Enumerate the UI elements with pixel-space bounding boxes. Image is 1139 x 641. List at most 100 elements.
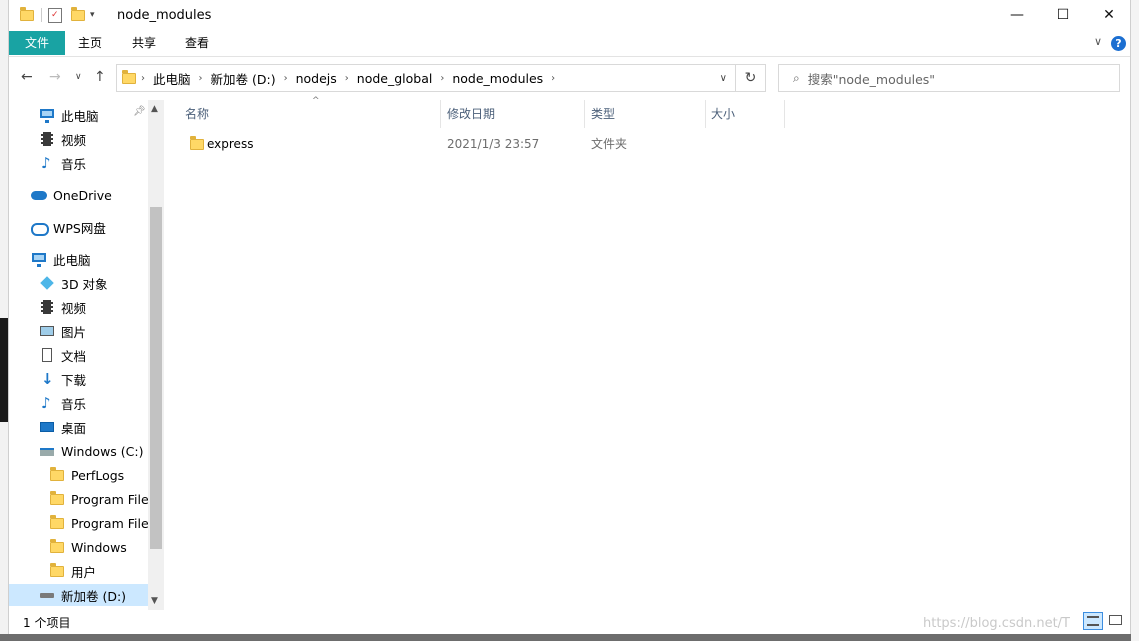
- sidebar-item[interactable]: Windows (C:): [9, 440, 148, 462]
- sidebar-item[interactable]: ♪ 音乐: [9, 152, 148, 174]
- column-divider[interactable]: [784, 100, 785, 128]
- sidebar-item[interactable]: OneDrive: [9, 184, 148, 206]
- column-header-size[interactable]: 大小: [711, 100, 781, 128]
- breadcrumb-this-pc[interactable]: 此电脑: [153, 69, 191, 88]
- column-header-modified[interactable]: 修改日期: [447, 100, 585, 128]
- scroll-down-icon[interactable]: ▼: [151, 596, 158, 606]
- explorer-window: ✓ ▾ node_modules — ☐ ✕ 文件 主页 共享 查看 ∨ ? ←…: [8, 0, 1131, 634]
- video-icon: [39, 299, 55, 315]
- address-bar[interactable]: › 此电脑 › 新加卷 (D:) › nodejs › node_global …: [116, 64, 736, 92]
- onedrive-icon: [31, 187, 47, 203]
- drive-icon: [39, 587, 55, 603]
- search-box[interactable]: ⌕ 搜索"node_modules": [778, 64, 1120, 92]
- column-header-type[interactable]: 类型: [591, 100, 703, 128]
- breadcrumb-separator-icon[interactable]: ›: [284, 73, 288, 84]
- breadcrumb-drive-d[interactable]: 新加卷 (D:): [211, 69, 276, 88]
- column-divider[interactable]: [584, 100, 585, 128]
- refresh-button[interactable]: ↻: [736, 64, 766, 92]
- customize-toolbar-icon[interactable]: ▾: [90, 10, 95, 20]
- column-divider[interactable]: [705, 100, 706, 128]
- sidebar-item-label: 此电脑: [53, 252, 91, 268]
- sidebar-item[interactable]: 此电脑: [9, 104, 148, 126]
- breadcrumb-node-global[interactable]: node_global: [357, 71, 433, 86]
- breadcrumb-separator-icon[interactable]: ›: [345, 73, 349, 84]
- folder-icon: [49, 467, 65, 483]
- sidebar-item[interactable]: 此电脑: [9, 248, 148, 270]
- scroll-up-icon[interactable]: ▲: [151, 104, 158, 114]
- tab-file[interactable]: 文件: [9, 31, 65, 55]
- tab-view[interactable]: 查看: [178, 31, 216, 55]
- refresh-icon: ↻: [744, 70, 757, 86]
- properties-icon[interactable]: ✓: [48, 7, 62, 23]
- pc-icon: [39, 107, 55, 123]
- sidebar-item-label: 音乐: [61, 396, 87, 412]
- sidebar-item-label: 3D 对象: [61, 276, 108, 292]
- breadcrumb-nodejs[interactable]: nodejs: [296, 71, 337, 86]
- large-icons-view-icon: [1109, 615, 1122, 625]
- folder-icon: [49, 539, 65, 555]
- forward-arrow-icon[interactable]: →: [49, 69, 61, 85]
- breadcrumb-node-modules[interactable]: node_modules: [452, 71, 543, 86]
- table-row[interactable]: express 2021/1/3 23:57 文件夹: [187, 132, 787, 156]
- watermark: https://blog.csdn.net/T: [923, 616, 1070, 631]
- file-name[interactable]: express: [207, 132, 253, 156]
- recent-locations-chevron-icon[interactable]: ∨: [75, 72, 82, 82]
- sidebar-item[interactable]: 视频: [9, 296, 148, 318]
- sidebar-item[interactable]: 桌面: [9, 416, 148, 438]
- sidebar-item-label: Program Files: [71, 491, 156, 507]
- wps-cloud-icon: [31, 219, 49, 236]
- new-folder-icon[interactable]: [70, 7, 86, 23]
- sidebar-item[interactable]: 3D 对象: [9, 272, 148, 294]
- address-history-chevron-icon[interactable]: ∨: [720, 73, 727, 84]
- sidebar-item-label: Windows (C:): [61, 443, 144, 459]
- pictures-icon: [39, 323, 55, 339]
- sidebar-item[interactable]: WPS网盘: [9, 216, 148, 238]
- quick-access-toolbar: ✓ ▾: [19, 7, 95, 23]
- 3d-objects-icon: [39, 275, 55, 291]
- sidebar-item-label: 视频: [61, 300, 87, 316]
- breadcrumb-separator-icon[interactable]: ›: [199, 73, 203, 84]
- expand-ribbon-chevron-icon[interactable]: ∨: [1094, 35, 1102, 48]
- sidebar-item[interactable]: 图片: [9, 320, 148, 342]
- file-type: 文件夹: [591, 137, 628, 151]
- details-view-icon: [1087, 616, 1099, 626]
- minimize-button[interactable]: —: [994, 0, 1040, 30]
- sidebar-item[interactable]: Program Files: [9, 512, 155, 534]
- close-button[interactable]: ✕: [1086, 0, 1132, 30]
- sidebar-item[interactable]: 新加卷 (D:): [9, 584, 148, 606]
- back-arrow-icon[interactable]: ←: [21, 69, 33, 85]
- help-icon[interactable]: ?: [1111, 36, 1126, 51]
- documents-icon: [39, 347, 55, 363]
- sidebar-item[interactable]: Windows: [9, 536, 148, 558]
- pin-icon[interactable]: 📌︎: [133, 106, 146, 117]
- sidebar-item-label: 视频: [61, 132, 87, 148]
- sidebar-item-label: 文档: [61, 348, 87, 364]
- column-header-name[interactable]: 名称: [185, 100, 440, 128]
- breadcrumb-separator-icon[interactable]: ›: [440, 73, 444, 84]
- sidebar-item[interactable]: ♪ 音乐: [9, 392, 148, 414]
- scrollbar-thumb[interactable]: [150, 207, 162, 549]
- sidebar-item-label: 图片: [61, 324, 87, 340]
- breadcrumb-separator-icon[interactable]: ›: [551, 73, 555, 84]
- search-input[interactable]: 搜索"node_modules": [808, 69, 935, 88]
- sidebar-item[interactable]: 视频: [9, 128, 148, 150]
- sidebar-item[interactable]: 用户: [9, 560, 148, 582]
- large-icons-view-button[interactable]: [1106, 612, 1126, 630]
- breadcrumb-separator-icon[interactable]: ›: [141, 73, 145, 84]
- sidebar-item[interactable]: PerfLogs: [9, 464, 148, 486]
- tab-home[interactable]: 主页: [71, 31, 109, 55]
- up-arrow-icon[interactable]: ↑: [94, 69, 106, 85]
- sidebar-item[interactable]: 文档: [9, 344, 148, 366]
- window-title: node_modules: [117, 8, 212, 23]
- pc-icon: [31, 251, 47, 267]
- background-window-edge-right: [1131, 0, 1139, 641]
- folder-icon[interactable]: [19, 7, 35, 23]
- sidebar-item[interactable]: Program Files: [9, 488, 155, 510]
- maximize-button[interactable]: ☐: [1040, 0, 1086, 30]
- tab-share[interactable]: 共享: [125, 31, 163, 55]
- sidebar-item-label: PerfLogs: [71, 467, 125, 483]
- sidebar-item[interactable]: ↓ 下载: [9, 368, 148, 390]
- column-divider[interactable]: [440, 100, 441, 128]
- details-view-button[interactable]: [1083, 612, 1103, 630]
- navigation-pane-scrollbar[interactable]: ▲ ▼: [148, 100, 164, 610]
